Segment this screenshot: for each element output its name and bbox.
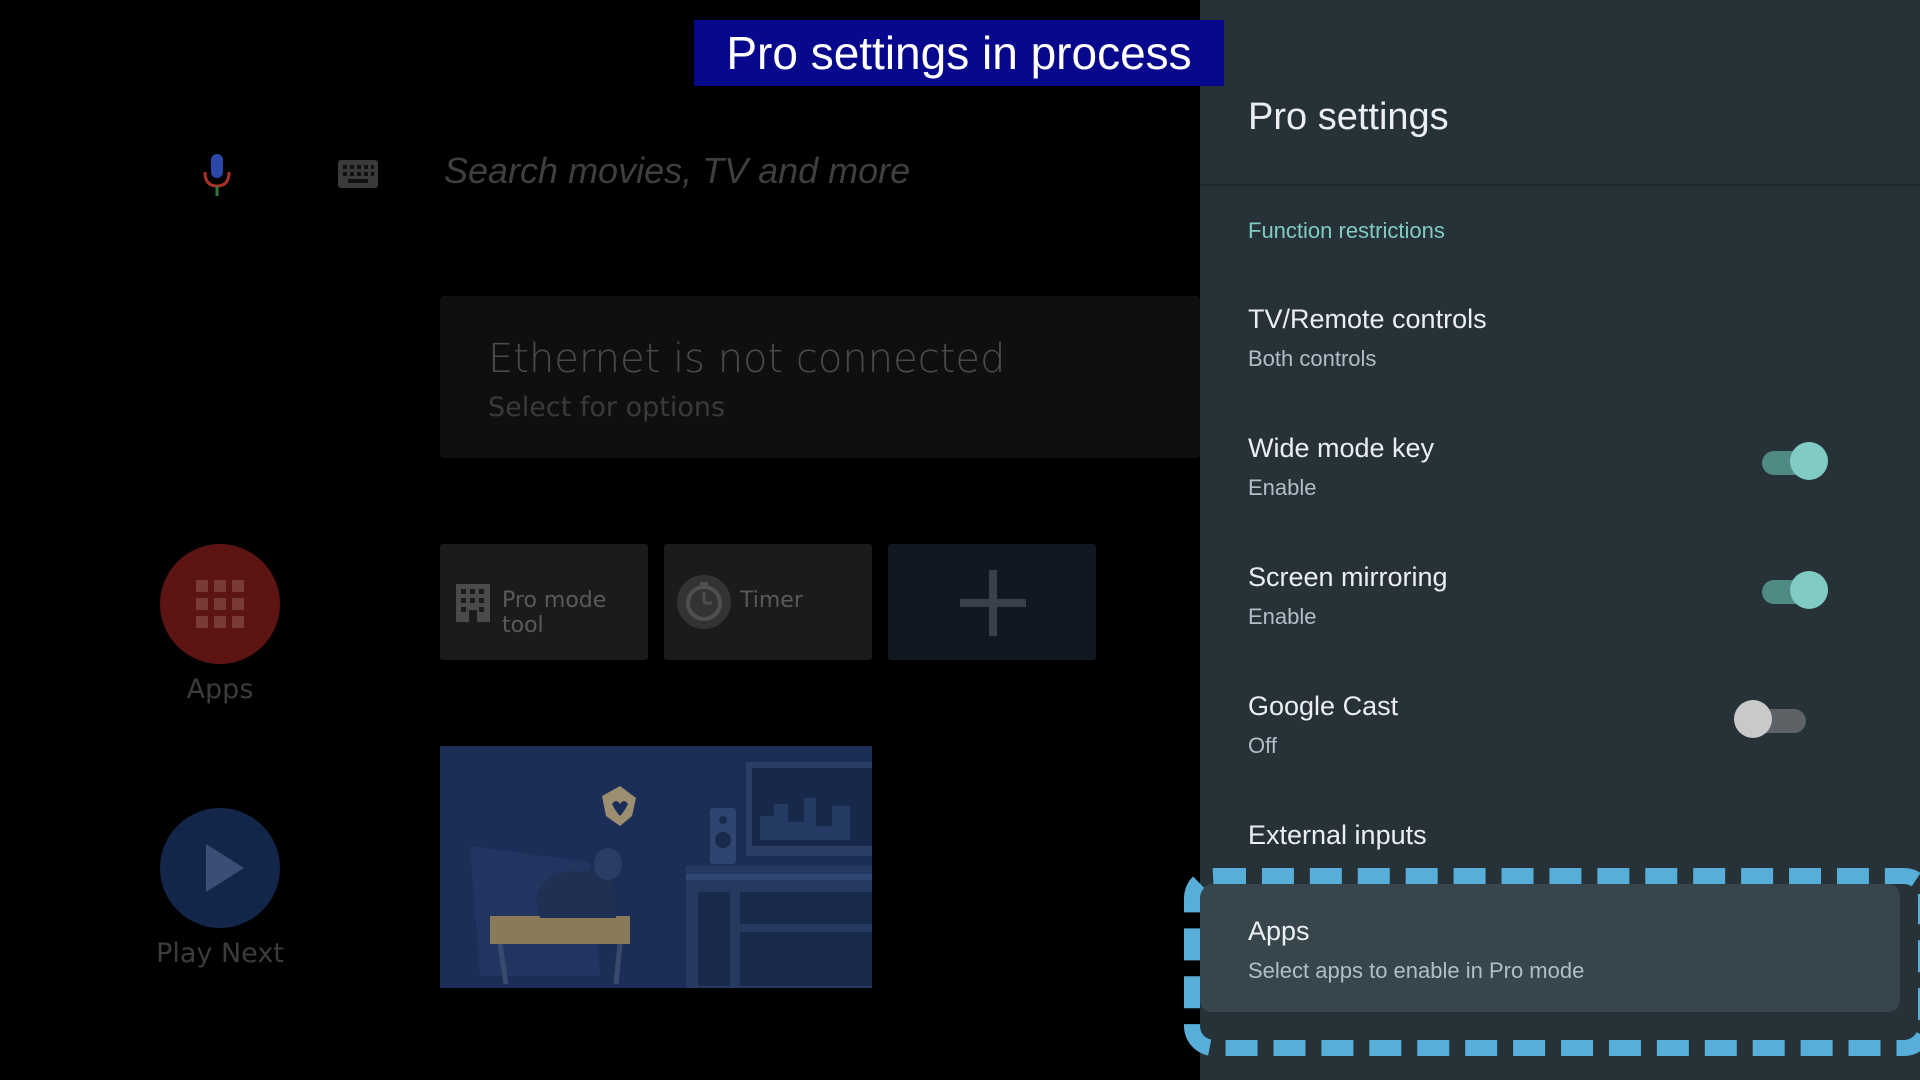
section-heading: Function restrictions bbox=[1248, 218, 1445, 243]
timer-icon bbox=[677, 575, 731, 629]
play-next-label: Play Next bbox=[156, 938, 284, 969]
item-subtitle: Off bbox=[1248, 733, 1277, 758]
screen-mirroring-toggle[interactable] bbox=[1758, 571, 1828, 609]
screen-mirroring-item[interactable]: Screen mirroring Enable bbox=[1200, 562, 1920, 672]
featured-illustration bbox=[440, 746, 872, 988]
external-inputs-item[interactable]: External inputs bbox=[1200, 820, 1920, 870]
timer-label: Timer bbox=[740, 588, 803, 613]
panel-header: Pro settings bbox=[1200, 0, 1920, 186]
network-status-card[interactable]: Ethernet is not connected Select for opt… bbox=[440, 296, 1200, 458]
google-cast-item[interactable]: Google Cast Off bbox=[1200, 691, 1920, 801]
apps-settings-item[interactable]: Apps Select apps to enable in Pro mode bbox=[1200, 884, 1900, 1012]
featured-banner[interactable] bbox=[440, 746, 872, 988]
item-title: TV/Remote controls bbox=[1248, 304, 1487, 334]
pro-mode-tool-tile[interactable]: Pro mode tool bbox=[440, 544, 648, 660]
play-next-launcher[interactable] bbox=[160, 808, 280, 928]
item-subtitle: Enable bbox=[1248, 604, 1317, 629]
search-bar[interactable]: Search movies, TV and more bbox=[0, 140, 1200, 210]
item-subtitle: Enable bbox=[1248, 475, 1317, 500]
keyboard-icon[interactable] bbox=[338, 160, 378, 188]
toggle-knob bbox=[1790, 571, 1828, 609]
network-status-title: Ethernet is not connected bbox=[488, 336, 1006, 382]
item-title: External inputs bbox=[1248, 820, 1427, 850]
wide-mode-key-toggle[interactable] bbox=[1758, 442, 1828, 480]
building-icon bbox=[456, 584, 490, 622]
item-title: Wide mode key bbox=[1248, 433, 1435, 463]
panel-title: Pro settings bbox=[1248, 96, 1449, 138]
pro-mode-tool-label: Pro mode tool bbox=[502, 588, 607, 638]
apps-grid-icon bbox=[196, 580, 244, 628]
item-title: Screen mirroring bbox=[1248, 562, 1448, 592]
wide-mode-key-item[interactable]: Wide mode key Enable bbox=[1200, 433, 1920, 543]
item-subtitle: Both controls bbox=[1248, 346, 1377, 371]
mic-icon[interactable] bbox=[200, 152, 234, 198]
network-status-subtitle: Select for options bbox=[488, 392, 726, 423]
item-title: Apps bbox=[1248, 916, 1310, 946]
toggle-knob bbox=[1790, 442, 1828, 480]
apps-label: Apps bbox=[186, 674, 254, 705]
search-input[interactable]: Search movies, TV and more bbox=[444, 150, 910, 192]
item-subtitle: Select apps to enable in Pro mode bbox=[1248, 958, 1585, 983]
status-banner: Pro settings in process bbox=[694, 20, 1224, 86]
item-title: Google Cast bbox=[1248, 691, 1399, 721]
timer-tile[interactable]: Timer bbox=[664, 544, 872, 660]
tv-remote-controls-item[interactable]: TV/Remote controls Both controls bbox=[1200, 304, 1920, 414]
toggle-knob bbox=[1734, 700, 1772, 738]
apps-launcher[interactable] bbox=[160, 544, 280, 664]
google-cast-toggle[interactable] bbox=[1734, 700, 1810, 738]
plus-icon bbox=[960, 570, 1026, 636]
play-icon bbox=[206, 844, 244, 892]
add-shortcut-tile[interactable] bbox=[888, 544, 1096, 660]
